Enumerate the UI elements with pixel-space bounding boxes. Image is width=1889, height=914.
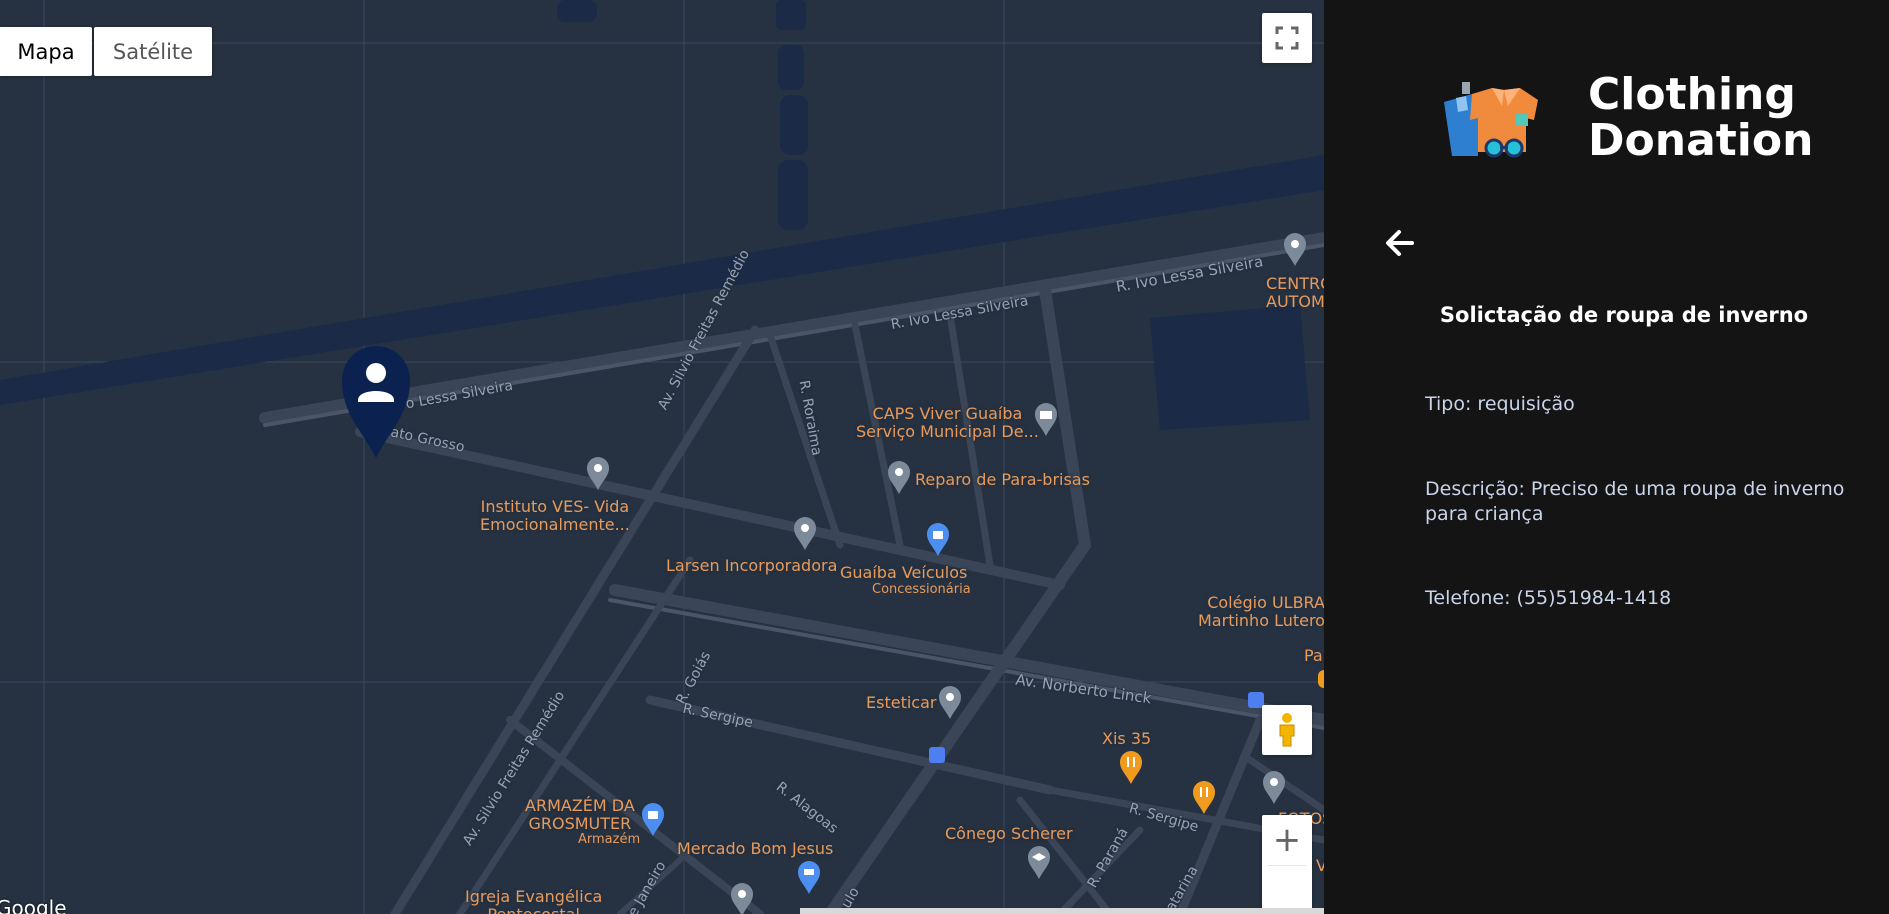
- restaurant-pin-icon[interactable]: [1191, 780, 1217, 814]
- shopping-pin-icon[interactable]: [640, 802, 666, 836]
- place-label: Pa: [1304, 646, 1323, 665]
- place-label: ARMAZÉM DA GROSMUTER: [525, 796, 635, 833]
- street-view-button[interactable]: [1262, 705, 1312, 755]
- place-label: CENTRO AUTOM: [1266, 274, 1324, 311]
- map[interactable]: R. Ivo Lessa Silveira R. Ivo Lessa Silve…: [0, 0, 1324, 914]
- place-label: Larsen Incorporadora: [666, 556, 838, 575]
- brand-title: Clothing Donation: [1588, 72, 1813, 164]
- fullscreen-icon: [1275, 26, 1299, 50]
- poi-pin-icon[interactable]: [585, 456, 611, 490]
- map-attribution: [800, 908, 1324, 914]
- pegman-icon: [1279, 713, 1295, 747]
- restaurant-pin-icon[interactable]: [1118, 750, 1144, 784]
- place-sublabel: Concessionária: [872, 582, 971, 597]
- poi-pin-icon[interactable]: [1261, 770, 1287, 804]
- place-label: Reparo de Para-brisas: [915, 470, 1090, 489]
- map-type-map-button[interactable]: Mapa: [0, 27, 92, 76]
- place-label: Mercado Bom Jesus: [677, 839, 834, 858]
- cart-pin-icon[interactable]: [796, 860, 822, 894]
- bus-stop-icon[interactable]: [929, 747, 945, 763]
- request-title: Solictação de roupa de inverno: [1439, 303, 1809, 327]
- place-label: Colégio ULBRA Martinho Lutero: [1198, 593, 1324, 630]
- poi-pin-icon[interactable]: [1282, 232, 1308, 266]
- request-description: Descrição: Preciso de uma roupa de inver…: [1425, 478, 1845, 525]
- fullscreen-button[interactable]: [1262, 13, 1312, 63]
- place-label: Cônego Scherer: [945, 824, 1073, 843]
- details-panel: Clothing Donation Solictação de roupa de…: [1324, 0, 1889, 914]
- google-logo: Google: [0, 896, 67, 914]
- brand-line: Clothing: [1588, 69, 1796, 120]
- request-type: Tipo: requisição: [1425, 393, 1575, 415]
- arrow-left-icon[interactable]: [1384, 228, 1416, 258]
- school-pin-icon[interactable]: [1026, 845, 1052, 879]
- place-label: Esteticar: [866, 693, 937, 712]
- map-type-satellite-button[interactable]: Satélite: [94, 27, 212, 76]
- brand-line: Donation: [1588, 115, 1814, 166]
- poi-pin-icon[interactable]: [886, 460, 912, 494]
- place-label: Xis 35: [1102, 729, 1152, 748]
- place-label: Guaíba Veículos: [840, 563, 968, 582]
- user-location-marker[interactable]: [340, 340, 412, 460]
- place-label: V: [1316, 856, 1324, 875]
- poi-pin-icon[interactable]: [937, 685, 963, 719]
- clothing-logo-icon: [1444, 82, 1538, 158]
- place-label: Igreja Evangélica Pentecostal: [465, 887, 603, 914]
- shopping-pin-icon[interactable]: [925, 522, 951, 556]
- place-sublabel: Armazém: [578, 832, 641, 847]
- poi-pin-icon[interactable]: [792, 516, 818, 550]
- place-label: CAPS Viver Guaíba Serviço Municipal De..…: [856, 404, 1039, 441]
- request-phone: Telefone: (55)51984-1418: [1425, 587, 1672, 609]
- poi-pin-icon[interactable]: [729, 882, 755, 914]
- zoom-control: +: [1262, 815, 1312, 914]
- zoom-in-button[interactable]: +: [1273, 815, 1302, 865]
- place-label: Instituto VES- Vida Emocionalmente...: [480, 497, 630, 534]
